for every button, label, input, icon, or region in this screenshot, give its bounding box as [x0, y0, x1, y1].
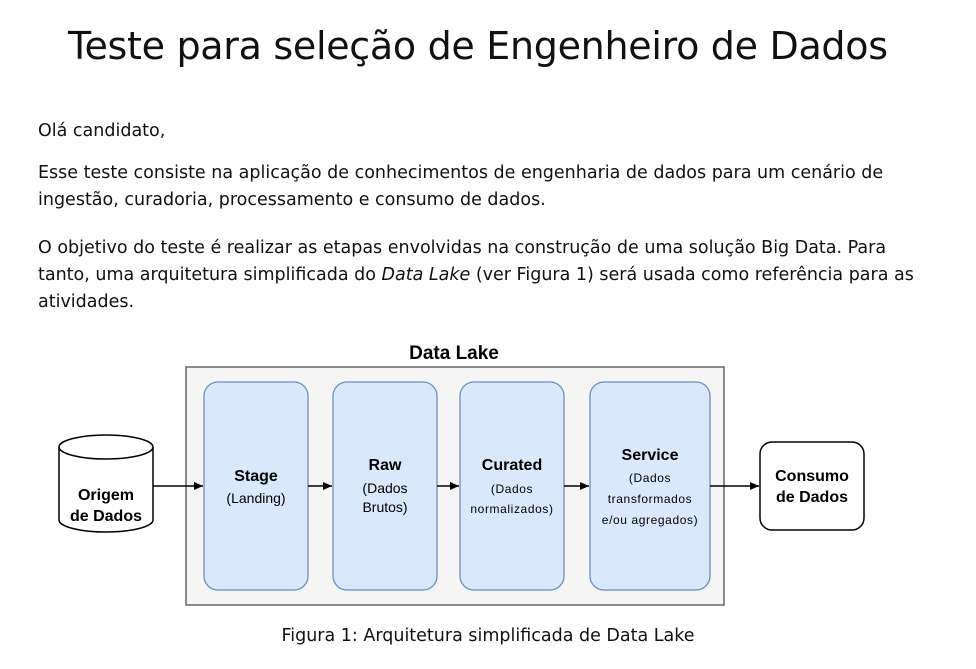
raw-desc-line1: (Dados	[362, 480, 407, 496]
curated-desc-line1: (Dados	[491, 482, 533, 496]
intro-paragraph: Esse teste consiste na aplicação de conh…	[38, 163, 884, 210]
source-label-line1: Origem	[78, 487, 134, 504]
greeting-paragraph: Olá candidato,	[38, 121, 166, 141]
curated-desc-line2: normalizados)	[470, 502, 553, 516]
stage-desc: (Landing)	[226, 490, 285, 506]
data-lake-label: Data Lake	[409, 343, 499, 364]
consumer-label-line2: de Dados	[776, 489, 848, 506]
data-lake-term: Data Lake	[381, 265, 471, 285]
service-desc-line2: transformados	[608, 492, 693, 506]
consumer-label-line1: Consumo	[775, 468, 849, 485]
figure-caption: Figura 1: Arquitetura simplificada de Da…	[281, 626, 695, 646]
service-name: Service	[622, 447, 679, 464]
stage-box-stage	[203, 381, 309, 591]
consumer-box	[759, 441, 865, 531]
document-title: Teste para seleção de Engenheiro de Dado…	[68, 24, 888, 68]
raw-name: Raw	[369, 457, 402, 474]
curated-name: Curated	[482, 457, 542, 474]
data-lake-architecture-diagram: Data Lake Origem de Dados Stage (Landing…	[58, 343, 865, 606]
raw-desc-line2: Brutos)	[362, 499, 407, 515]
stage-name: Stage	[234, 468, 278, 485]
stage-box-service	[589, 381, 711, 591]
source-label-line2: de Dados	[70, 508, 142, 525]
service-desc-line3: e/ou agregados)	[602, 513, 698, 527]
service-desc-line1: (Dados	[629, 471, 671, 485]
objective-paragraph: O objetivo do teste é realizar as etapas…	[38, 235, 938, 316]
